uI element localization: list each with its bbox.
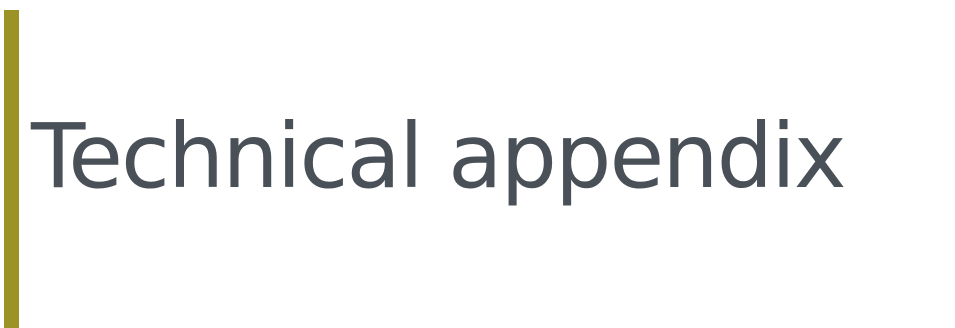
slide-title: Technical appendix bbox=[31, 104, 847, 208]
accent-bar bbox=[4, 10, 19, 328]
slide: Technical appendix bbox=[0, 0, 955, 328]
